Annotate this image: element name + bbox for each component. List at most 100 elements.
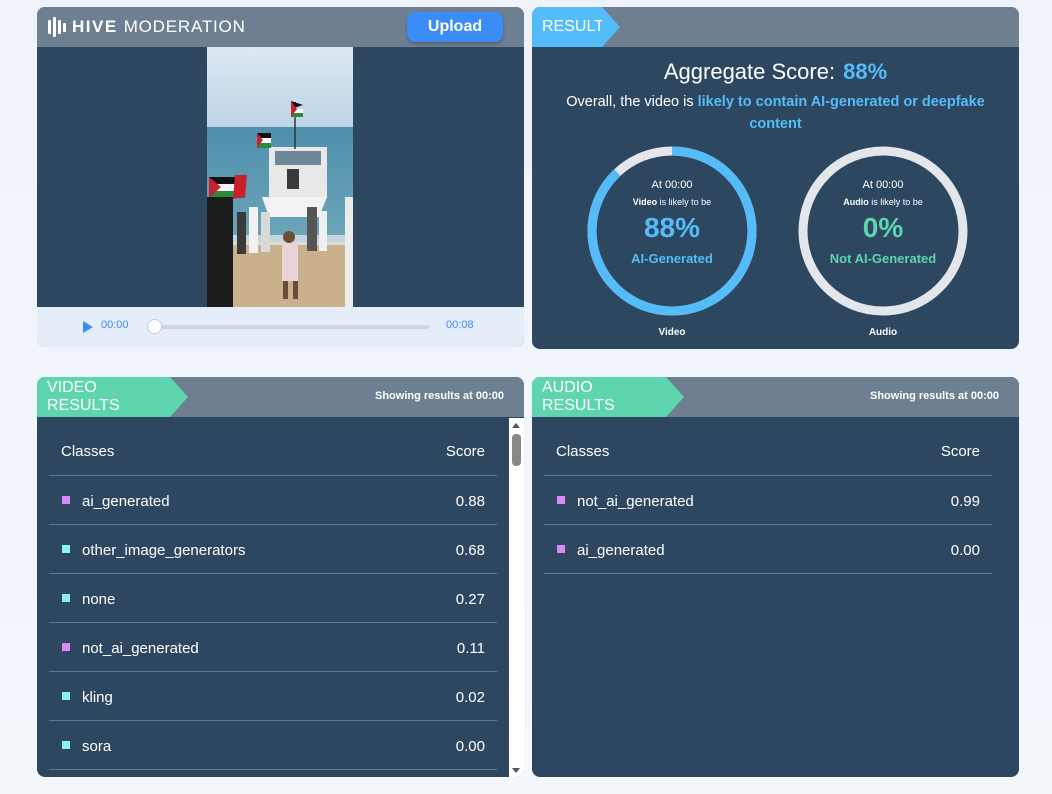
video-gauge-likely-text: is likely to be bbox=[659, 197, 712, 207]
duration-time: 00:08 bbox=[446, 319, 474, 331]
player-header: HIVE MODERATION Upload bbox=[37, 7, 524, 47]
hive-logo: HIVE MODERATION bbox=[48, 17, 246, 37]
class-color-swatch bbox=[557, 496, 565, 504]
overall-highlight: likely to contain AI-generated or deepfa… bbox=[697, 94, 985, 132]
table-header: Classes Score bbox=[49, 433, 497, 476]
audio-gauge-likely: Audio is likely to be bbox=[796, 197, 970, 207]
overall-prefix: Overall, the video is bbox=[566, 94, 694, 110]
class-score: 0.00 bbox=[950, 542, 980, 559]
video-results-header: VIDEO RESULTS Showing results at 00:00 bbox=[37, 377, 524, 417]
table-row: kling 0.02 bbox=[49, 672, 497, 721]
video-gauge-likely: Video is likely to be bbox=[585, 197, 759, 207]
class-color-swatch bbox=[62, 643, 70, 651]
table-row: other_image_generators 0.68 bbox=[49, 525, 497, 574]
result-panel: RESULT Aggregate Score: 88% Overall, the … bbox=[532, 7, 1019, 349]
class-score: 0.00 bbox=[455, 738, 485, 755]
table-header: Classes Score bbox=[544, 433, 992, 476]
player-controls: 00:00 00:08 bbox=[37, 307, 524, 347]
video-gauge: At 00:00 Video is likely to be 88% AI-Ge… bbox=[585, 144, 759, 338]
video-results-tag: VIDEO RESULTS bbox=[37, 377, 188, 417]
seek-bar[interactable] bbox=[153, 325, 430, 329]
table-row: ai_generated 0.88 bbox=[49, 476, 497, 525]
class-color-swatch bbox=[557, 545, 565, 553]
column-header-score: Score bbox=[940, 443, 980, 460]
audio-results-header: AUDIO RESULTS Showing results at 00:00 bbox=[532, 377, 1019, 417]
play-icon[interactable] bbox=[83, 321, 93, 333]
video-frame[interactable] bbox=[207, 47, 353, 307]
class-name: kling bbox=[82, 689, 113, 706]
class-score: 0.11 bbox=[456, 640, 485, 657]
video-results-scrollbar[interactable] bbox=[509, 418, 524, 777]
class-score: 0.88 bbox=[455, 493, 485, 510]
scroll-thumb[interactable] bbox=[512, 434, 521, 466]
class-name: none bbox=[82, 591, 116, 608]
column-header-classes: Classes bbox=[61, 443, 115, 460]
seek-handle[interactable] bbox=[147, 319, 162, 334]
showing-prefix: Showing results at bbox=[870, 390, 968, 402]
class-color-swatch bbox=[62, 741, 70, 749]
class-color-swatch bbox=[62, 692, 70, 700]
class-name: not_ai_generated bbox=[577, 493, 694, 510]
class-color-swatch bbox=[62, 545, 70, 553]
aggregate-value: 88% bbox=[843, 59, 888, 84]
audio-gauge-likely-text: is likely to be bbox=[871, 197, 923, 207]
overall-summary: Overall, the video is likely to contain … bbox=[532, 91, 1019, 135]
table-row: none 0.27 bbox=[49, 574, 497, 623]
class-color-swatch bbox=[62, 496, 70, 504]
table-row: sora 0.00 bbox=[49, 721, 497, 770]
class-name: ai_generated bbox=[577, 542, 665, 559]
class-name: sora bbox=[82, 738, 112, 755]
current-time: 00:00 bbox=[101, 319, 129, 331]
audio-results-tag: AUDIO RESULTS bbox=[532, 377, 684, 417]
table-row: ai_generated 0.00 bbox=[544, 525, 992, 574]
video-results-showing: Showing results at 00:00 bbox=[375, 390, 504, 402]
class-score: 0.99 bbox=[950, 493, 980, 510]
video-gauge-caption: Video bbox=[658, 327, 686, 338]
video-results-panel: VIDEO RESULTS Showing results at 00:00 C… bbox=[37, 377, 524, 777]
video-gauge-time: At 00:00 bbox=[651, 179, 693, 191]
column-header-classes: Classes bbox=[556, 443, 610, 460]
showing-time: 00:00 bbox=[970, 390, 999, 402]
audio-gauge-caption: Audio bbox=[868, 327, 898, 338]
class-score: 0.27 bbox=[455, 591, 485, 608]
audio-gauge-label: Not AI-Generated bbox=[829, 251, 937, 266]
audio-results-tag-label: AUDIO RESULTS bbox=[542, 379, 615, 414]
aggregate-label: Aggregate Score: bbox=[663, 59, 836, 84]
video-gauge-subject: Video bbox=[632, 197, 658, 207]
table-row: not_ai_generated 0.99 bbox=[544, 476, 992, 525]
video-results-tag-label: VIDEO RESULTS bbox=[47, 379, 120, 414]
video-viewport[interactable] bbox=[37, 47, 524, 307]
brand-name: HIVE bbox=[72, 17, 118, 36]
showing-prefix: Showing results at bbox=[375, 390, 473, 402]
audio-gauge-time: At 00:00 bbox=[862, 179, 904, 191]
video-gauge-label: AI-Generated bbox=[631, 251, 713, 266]
aggregate-score: Aggregate Score: 88% bbox=[532, 59, 1019, 85]
scroll-down-icon[interactable] bbox=[512, 768, 520, 773]
video-player-panel: HIVE MODERATION Upload 00:00 00:08 bbox=[37, 7, 524, 347]
video-thumbnail bbox=[207, 47, 353, 307]
audio-results-table: Classes Score not_ai_generated 0.99 ai_gen… bbox=[544, 433, 992, 574]
brand-subtitle: MODERATION bbox=[123, 17, 246, 36]
upload-button[interactable]: Upload bbox=[407, 12, 503, 42]
video-gauge-percent: 88% bbox=[643, 212, 701, 243]
showing-time: 00:00 bbox=[475, 390, 504, 402]
column-header-score: Score bbox=[445, 443, 485, 460]
class-name: not_ai_generated bbox=[82, 640, 199, 657]
audio-gauge-percent: 0% bbox=[862, 212, 904, 243]
result-tag-label: RESULT bbox=[542, 18, 604, 35]
result-header: RESULT bbox=[532, 7, 1019, 47]
class-score: 0.02 bbox=[455, 689, 485, 706]
audio-results-showing: Showing results at 00:00 bbox=[870, 390, 999, 402]
scroll-up-icon[interactable] bbox=[512, 423, 520, 428]
class-score: 0.68 bbox=[455, 542, 485, 559]
audio-gauge-subject: Audio bbox=[843, 197, 869, 207]
result-tag: RESULT bbox=[532, 7, 620, 47]
class-color-swatch bbox=[62, 594, 70, 602]
table-row: not_ai_generated 0.11 bbox=[49, 623, 497, 672]
hive-logo-icon bbox=[48, 17, 66, 37]
audio-gauge: At 00:00 Audio is likely to be 0% Not AI… bbox=[796, 144, 970, 338]
class-name: other_image_generators bbox=[82, 542, 246, 559]
video-results-table: Classes Score ai_generated 0.88 other_imag… bbox=[49, 433, 497, 770]
audio-results-panel: AUDIO RESULTS Showing results at 00:00 C… bbox=[532, 377, 1019, 777]
class-name: ai_generated bbox=[82, 493, 170, 510]
